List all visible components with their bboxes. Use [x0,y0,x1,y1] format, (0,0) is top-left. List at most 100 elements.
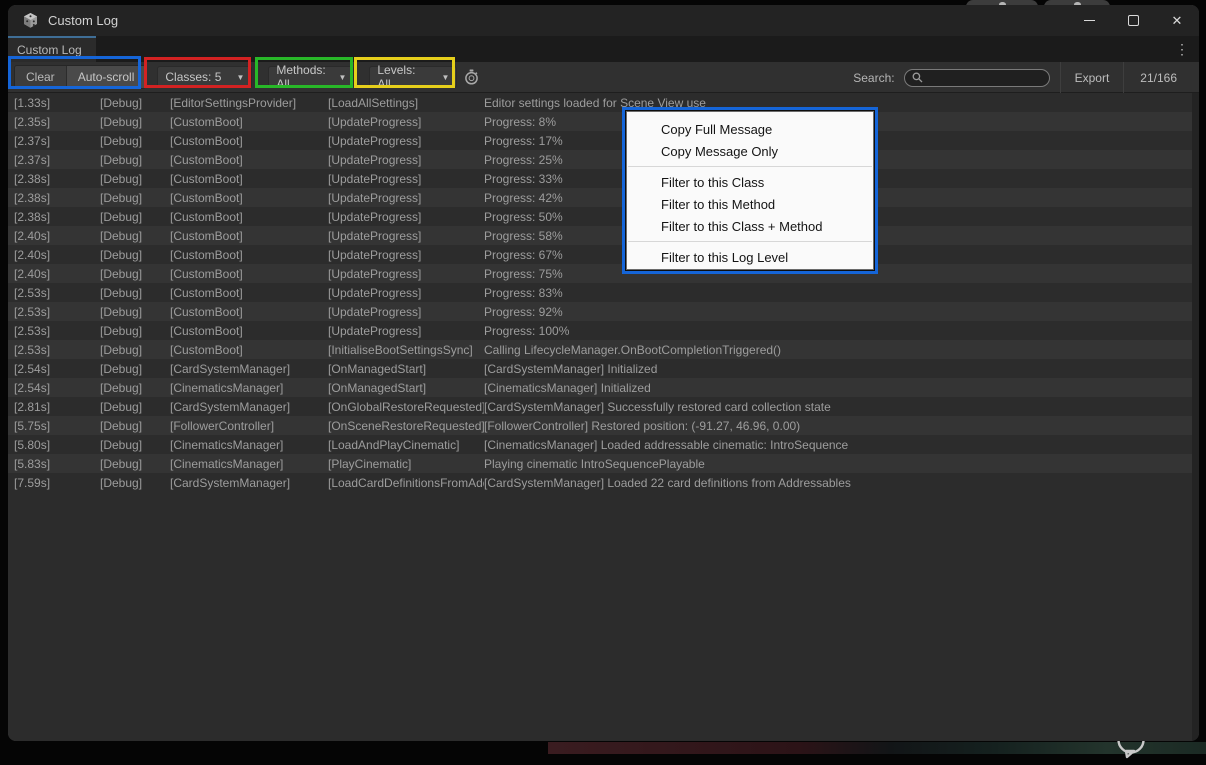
maximize-button[interactable] [1111,5,1155,36]
log-row[interactable]: [5.75s][Debug][FollowerController][OnSce… [8,416,1192,435]
filtered-count: 21/166 [1124,62,1193,93]
log-row[interactable]: [2.53s][Debug][CustomBoot][UpdateProgres… [8,321,1192,340]
log-row[interactable]: [2.54s][Debug][CardSystemManager][OnMana… [8,359,1192,378]
log-cell-level: [Debug] [100,248,170,262]
log-row[interactable]: [5.83s][Debug][CinematicsManager][PlayCi… [8,454,1192,473]
log-row[interactable]: [2.40s][Debug][CustomBoot][UpdateProgres… [8,245,1192,264]
log-cell-method: [InitialiseBootSettingsSync] [328,343,484,357]
classes-dropdown-label: Classes: 5 [165,70,221,84]
log-cell-level: [Debug] [100,381,170,395]
stopwatch-icon[interactable] [464,68,481,86]
log-cell-message: Calling LifecycleManager.OnBootCompletio… [484,343,1192,357]
log-row[interactable]: [5.80s][Debug][CinematicsManager][LoadAn… [8,435,1192,454]
log-row[interactable]: [2.38s][Debug][CustomBoot][UpdateProgres… [8,207,1192,226]
log-row[interactable]: [2.40s][Debug][CustomBoot][UpdateProgres… [8,264,1192,283]
log-cell-time: [2.40s] [14,267,100,281]
methods-dropdown-label: Methods: All [276,63,326,91]
log-cell-method: [UpdateProgress] [328,134,484,148]
log-row[interactable]: [2.37s][Debug][CustomBoot][UpdateProgres… [8,150,1192,169]
levels-dropdown-label: Levels: All [377,63,429,91]
tab-custom-log[interactable]: Custom Log [8,36,96,62]
levels-dropdown[interactable]: Levels: All ▼ [369,66,457,88]
log-cell-time: [2.53s] [14,324,100,338]
log-cell-class: [CardSystemManager] [170,476,328,490]
menu-item-filter-to-this-method[interactable]: Filter to this Method [627,193,873,215]
log-row[interactable]: [2.38s][Debug][CustomBoot][UpdateProgres… [8,188,1192,207]
export-button[interactable]: Export [1061,62,1124,93]
log-cell-method: [LoadAndPlayCinematic] [328,438,484,452]
log-cell-message: [CinematicsManager] Initialized [484,381,1192,395]
log-cell-time: [2.40s] [14,229,100,243]
menu-item-filter-to-this-class-method[interactable]: Filter to this Class + Method [627,215,873,237]
search-label: Search: [853,71,894,85]
log-cell-method: [OnManagedStart] [328,381,484,395]
chevron-down-icon: ▼ [338,73,346,82]
log-row[interactable]: [2.37s][Debug][CustomBoot][UpdateProgres… [8,131,1192,150]
tab-label: Custom Log [17,43,82,57]
log-cell-time: [2.38s] [14,210,100,224]
log-cell-method: [UpdateProgress] [328,210,484,224]
log-cell-method: [LoadCardDefinitionsFromAddressables] [328,476,484,490]
log-cell-class: [CustomBoot] [170,115,328,129]
log-cell-class: [EditorSettingsProvider] [170,96,328,110]
menu-item-copy-message-only[interactable]: Copy Message Only [627,140,873,162]
log-row[interactable]: [7.59s][Debug][CardSystemManager][LoadCa… [8,473,1192,492]
log-row[interactable]: [2.38s][Debug][CustomBoot][UpdateProgres… [8,169,1192,188]
classes-dropdown[interactable]: Classes: 5 ▼ [157,66,252,88]
methods-dropdown[interactable]: Methods: All ▼ [268,66,354,88]
log-cell-class: [CustomBoot] [170,153,328,167]
log-cell-time: [5.75s] [14,419,100,433]
log-cell-time: [2.37s] [14,153,100,167]
annotation-box-blue-context-menu: Copy Full MessageCopy Message Only Filter… [622,107,878,274]
kebab-menu-icon[interactable]: ⋮ [1173,39,1191,59]
log-cell-class: [CinematicsManager] [170,457,328,471]
minimize-button[interactable] [1067,5,1111,36]
log-row[interactable]: [2.54s][Debug][CinematicsManager][OnMana… [8,378,1192,397]
log-list[interactable]: [1.33s][Debug][EditorSettingsProvider][L… [8,93,1199,741]
log-cell-class: [CinematicsManager] [170,438,328,452]
dice-app-icon [22,12,39,29]
log-cell-class: [CustomBoot] [170,267,328,281]
log-cell-level: [Debug] [100,438,170,452]
log-cell-time: [2.54s] [14,381,100,395]
search-input[interactable] [904,69,1050,87]
scrollbar-gutter[interactable] [1192,93,1199,741]
menu-item-filter-to-this-class[interactable]: Filter to this Class [627,171,873,193]
log-row[interactable]: [2.53s][Debug][CustomBoot][UpdateProgres… [8,283,1192,302]
log-cell-method: [UpdateProgress] [328,115,484,129]
toolbar: Clear Auto-scroll Classes: 5 ▼ Methods: … [8,62,1199,93]
titlebar[interactable]: Custom Log ✕ [8,5,1199,36]
window-title: Custom Log [48,13,118,28]
log-cell-level: [Debug] [100,343,170,357]
log-cell-time: [2.53s] [14,305,100,319]
log-cell-class: [CustomBoot] [170,324,328,338]
log-cell-level: [Debug] [100,305,170,319]
log-cell-message: [CardSystemManager] Successfully restore… [484,400,1192,414]
clear-autoscroll-group: Clear Auto-scroll [14,65,146,89]
log-row[interactable]: [1.33s][Debug][EditorSettingsProvider][L… [8,93,1192,112]
log-cell-method: [UpdateProgress] [328,267,484,281]
close-button[interactable]: ✕ [1155,5,1199,36]
log-cell-time: [7.59s] [14,476,100,490]
log-row[interactable]: [2.40s][Debug][CustomBoot][UpdateProgres… [8,226,1192,245]
log-row[interactable]: [2.53s][Debug][CustomBoot][UpdateProgres… [8,302,1192,321]
menu-item-copy-full-message[interactable]: Copy Full Message [627,118,873,140]
chevron-down-icon: ▼ [236,73,244,82]
clear-button[interactable]: Clear [15,66,66,88]
autoscroll-toggle[interactable]: Auto-scroll [66,66,146,88]
log-cell-message: Progress: 92% [484,305,1192,319]
log-cell-method: [UpdateProgress] [328,248,484,262]
log-row[interactable]: [2.81s][Debug][CardSystemManager][OnGlob… [8,397,1192,416]
log-cell-time: [2.53s] [14,343,100,357]
log-cell-message: Playing cinematic IntroSequencePlayable [484,457,1192,471]
log-cell-message: [CardSystemManager] Loaded 22 card defin… [484,476,1192,490]
log-cell-level: [Debug] [100,267,170,281]
log-row[interactable]: [2.53s][Debug][CustomBoot][InitialiseBoo… [8,340,1192,359]
log-cell-level: [Debug] [100,457,170,471]
log-cell-time: [2.54s] [14,362,100,376]
log-cell-level: [Debug] [100,191,170,205]
menu-item-filter-to-this-log-level[interactable]: Filter to this Log Level [627,246,873,268]
log-row[interactable]: [2.35s][Debug][CustomBoot][UpdateProgres… [8,112,1192,131]
log-cell-time: [5.83s] [14,457,100,471]
log-cell-method: [UpdateProgress] [328,191,484,205]
